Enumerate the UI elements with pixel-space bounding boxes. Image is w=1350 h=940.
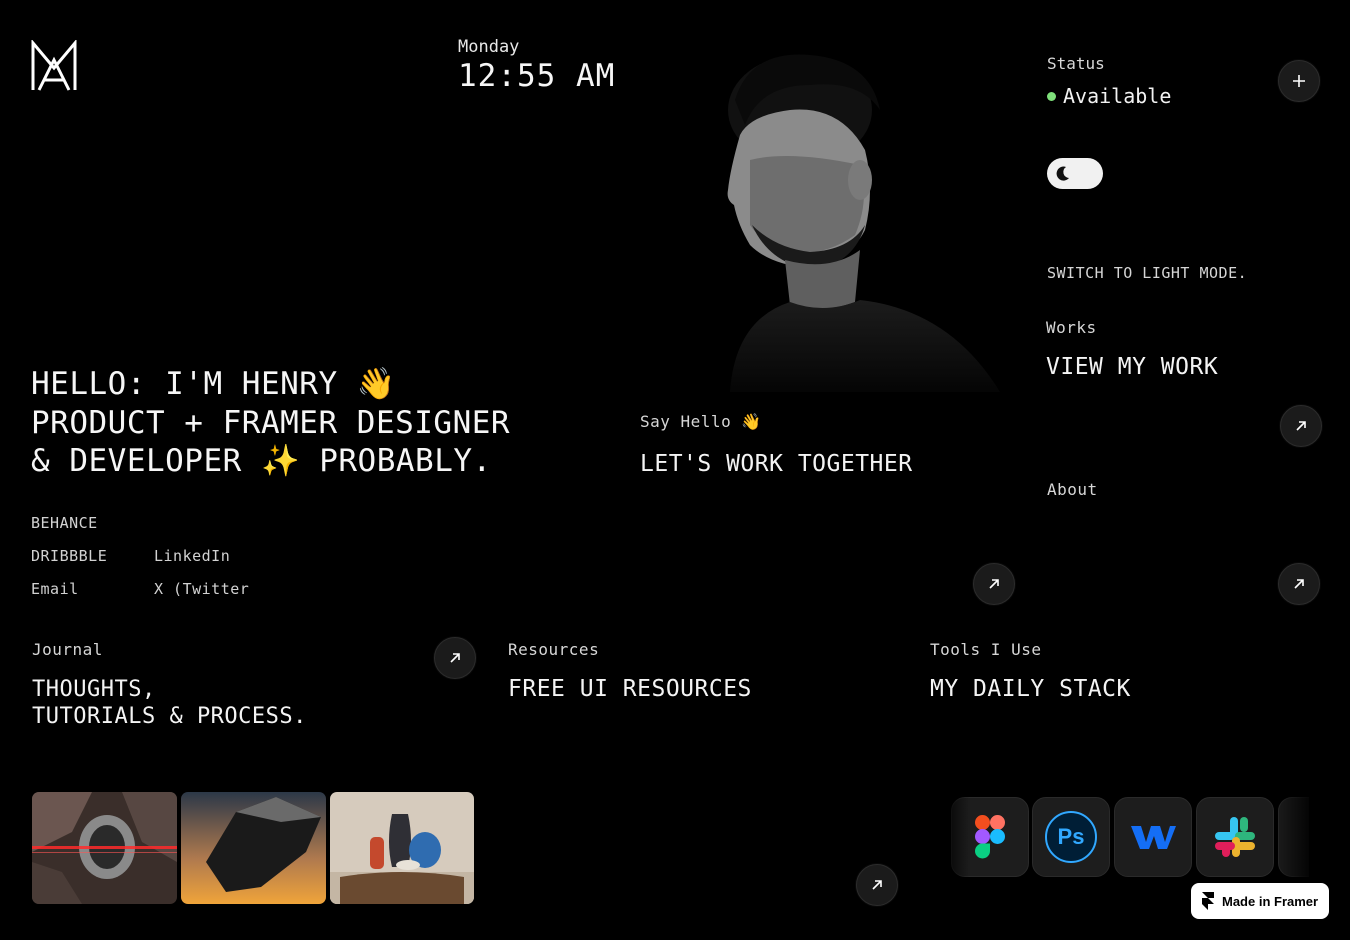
hero-line-1: HELLO: I'M HENRY 👋 [31,366,396,402]
resources-title[interactable]: FREE UI RESOURCES [508,676,752,703]
photoshop-icon: Ps [1032,797,1110,877]
journal-label: Journal [32,640,103,659]
status-dot [1047,91,1056,101]
webflow-icon [1114,797,1192,877]
twitter-link[interactable]: X (Twitter) [154,580,250,598]
theme-toggle[interactable] [1047,158,1103,189]
resources-arrow-button[interactable] [856,864,898,906]
portrait-photo [690,40,1020,392]
hero-line-2: PRODUCT + FRAMER DESIGNER [31,404,511,441]
day-label: Monday [458,37,520,57]
journal-thumbnail-1[interactable] [32,792,177,904]
say-hello-label: Say Hello 👋 [640,412,762,431]
arrow-up-right-icon [989,579,999,589]
about-arrow-button[interactable] [1278,563,1320,605]
journal-arrow-button[interactable] [434,637,476,679]
works-title[interactable]: VIEW MY WORK [1046,354,1218,381]
clock: 12:55 AM [458,58,616,94]
tools-fade-left [940,790,970,882]
journal-title-line-1: THOUGHTS, [32,677,156,702]
slack-icon [1196,797,1274,877]
about-label: About [1047,480,1098,499]
tools-label: Tools I Use [930,640,1042,659]
badge-label: Made in Framer [1222,893,1319,909]
journal-title[interactable]: THOUGHTS, TUTORIALS & PROCESS. [32,676,307,730]
switch-mode-text: SWITCH TO LIGHT MODE. [1047,264,1248,282]
behance-link[interactable]: BEHANCE [31,514,98,532]
say-hello-arrow-button[interactable] [973,563,1015,605]
journal-thumbnail-2[interactable] [181,792,326,904]
arrow-up-right-icon [450,653,460,663]
framer-icon [1202,892,1214,910]
journal-title-line-2: TUTORIALS & PROCESS. [32,704,307,729]
photoshop-logo-text: Ps [1045,811,1097,863]
tools-fade-right [1275,790,1315,882]
hero-heading: HELLO: I'M HENRY 👋 PRODUCT + FRAMER DESI… [31,365,510,481]
email-link[interactable]: Email [31,580,79,598]
expand-button[interactable] [1278,60,1320,102]
status-label: Status [1047,54,1105,73]
arrow-up-right-icon [1296,421,1306,431]
status-value: Available [1063,84,1172,108]
works-arrow-button[interactable] [1280,405,1322,447]
resources-label: Resources [508,640,600,659]
made-in-framer-badge[interactable]: Made in Framer [1191,883,1329,919]
arrow-up-right-icon [872,880,882,890]
status-indicator: Available [1047,84,1171,108]
plus-icon [1293,75,1305,87]
say-hello-title[interactable]: LET'S WORK TOGETHER [640,451,913,478]
hero-line-3: & DEVELOPER ✨ PROBABLY. [31,443,492,479]
works-label: Works [1046,318,1097,337]
logo[interactable] [31,38,77,92]
journal-thumbnail-3[interactable] [330,792,474,904]
dribbble-link[interactable]: DRIBBBLE [31,547,107,565]
moon-icon [1052,163,1073,184]
tools-title[interactable]: MY DAILY STACK [930,676,1131,703]
arrow-up-right-icon [1294,579,1304,589]
linkedin-link[interactable]: LinkedIn [154,547,230,565]
